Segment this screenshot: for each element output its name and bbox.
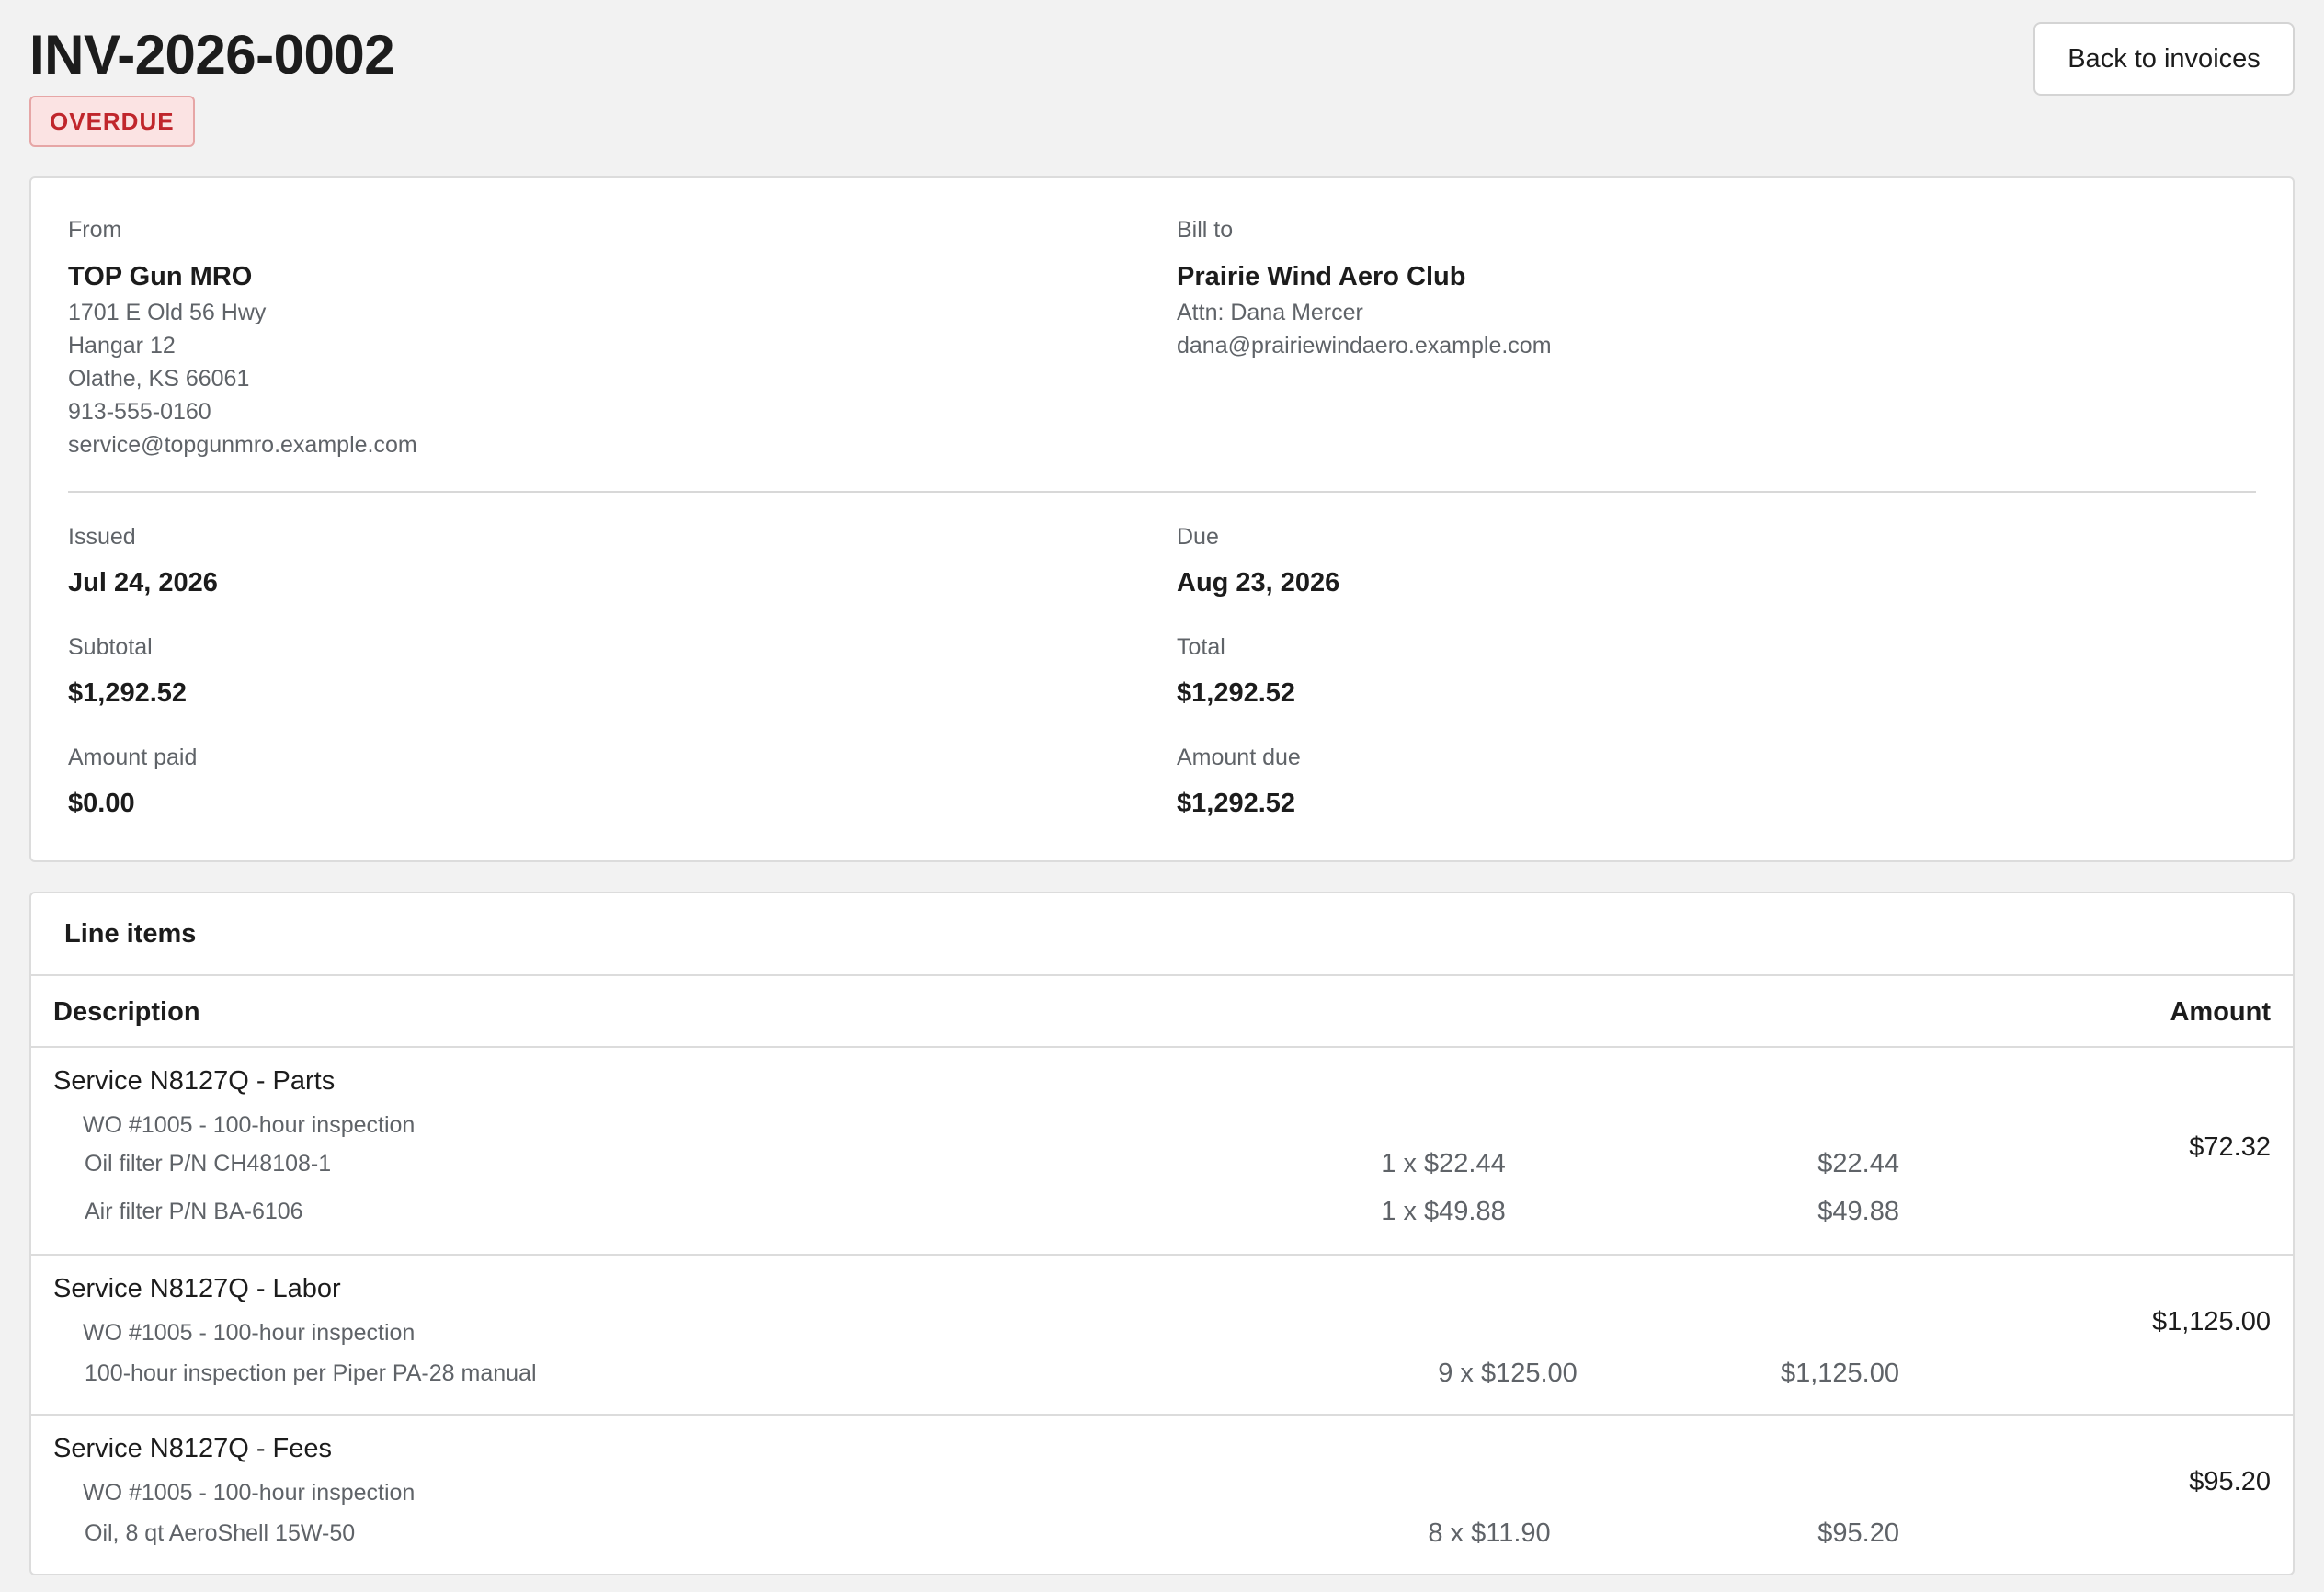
amount-due-label: Amount due bbox=[1177, 745, 1301, 770]
total-value: $1,292.52 bbox=[1177, 678, 1296, 708]
total-field: Total $1,292.52 bbox=[1177, 631, 1295, 711]
line-qty-price: 1 x $49.88 bbox=[1381, 1197, 1506, 1226]
from-phone: 913-555-0160 bbox=[68, 399, 211, 425]
from-address-line: Olathe, KS 66061 bbox=[68, 366, 250, 392]
section-divider bbox=[68, 491, 2256, 493]
due-label: Due bbox=[1177, 524, 1219, 550]
table-row: Oil, 8 qt AeroShell 15W-50 8 x $11.90 $9… bbox=[31, 1515, 2293, 1552]
subtotal-field: Subtotal $1,292.52 bbox=[68, 631, 187, 711]
bill-to-name: Prairie Wind Aero Club bbox=[1177, 262, 1466, 291]
due-value: Aug 23, 2026 bbox=[1177, 568, 1340, 597]
from-email: service@topgunmro.example.com bbox=[68, 432, 417, 458]
from-address-line: Hangar 12 bbox=[68, 333, 176, 358]
line-items-title: Line items bbox=[31, 893, 2293, 976]
group-work-order: WO #1005 - 100-hour inspection bbox=[83, 1480, 416, 1506]
amount-paid-value: $0.00 bbox=[68, 789, 135, 818]
line-items-table-header: Description Amount bbox=[31, 976, 2293, 1048]
invoice-details-card: From TOP Gun MRO 1701 E Old 56 Hwy Hanga… bbox=[29, 176, 2295, 862]
back-to-invoices-button[interactable]: Back to invoices bbox=[2034, 22, 2295, 96]
from-address-line: 1701 E Old 56 Hwy bbox=[68, 300, 267, 325]
from-section: From TOP Gun MRO 1701 E Old 56 Hwy Hanga… bbox=[68, 213, 417, 461]
line-description: Oil, 8 qt AeroShell 15W-50 bbox=[85, 1520, 356, 1546]
line-item-group: Service N8127Q - Parts WO #1005 - 100-ho… bbox=[31, 1048, 2293, 1256]
table-row: 100-hour inspection per Piper PA-28 manu… bbox=[31, 1355, 2293, 1392]
line-qty-price: 8 x $11.90 bbox=[1428, 1518, 1551, 1548]
line-description: 100-hour inspection per Piper PA-28 manu… bbox=[85, 1360, 537, 1386]
line-description: Air filter P/N BA-6106 bbox=[85, 1199, 303, 1224]
group-work-order: WO #1005 - 100-hour inspection bbox=[83, 1320, 416, 1346]
line-amount: $95.20 bbox=[1817, 1518, 1899, 1548]
from-name: TOP Gun MRO bbox=[68, 262, 253, 291]
amount-paid-label: Amount paid bbox=[68, 745, 198, 770]
from-label: From bbox=[68, 217, 122, 243]
description-column-header: Description bbox=[53, 996, 200, 1027]
amount-due-field: Amount due $1,292.52 bbox=[1177, 741, 1301, 822]
amount-column-header: Amount bbox=[2170, 996, 2271, 1027]
invoice-header: INV-2026-0002 OVERDUE Back to invoices bbox=[29, 20, 2295, 149]
line-amount: $49.88 bbox=[1817, 1197, 1899, 1226]
line-items-card: Line items Description Amount Service N8… bbox=[29, 892, 2295, 1575]
subtotal-label: Subtotal bbox=[68, 634, 153, 660]
subtotal-value: $1,292.52 bbox=[68, 678, 188, 708]
line-item-group: Service N8127Q - Fees WO #1005 - 100-hou… bbox=[31, 1416, 2293, 1574]
issued-field: Issued Jul 24, 2026 bbox=[68, 520, 218, 601]
amount-paid-field: Amount paid $0.00 bbox=[68, 741, 197, 822]
group-amount: $1,125.00 bbox=[2151, 1307, 2271, 1336]
invoice-number: INV-2026-0002 bbox=[29, 24, 395, 85]
group-amount: $95.20 bbox=[2189, 1467, 2271, 1496]
group-title: Service N8127Q - Labor bbox=[53, 1274, 341, 1303]
group-title: Service N8127Q - Fees bbox=[53, 1434, 333, 1463]
amount-due-value: $1,292.52 bbox=[1177, 789, 1296, 818]
total-label: Total bbox=[1177, 634, 1225, 660]
line-description: Oil filter P/N CH48108-1 bbox=[85, 1151, 332, 1177]
group-title: Service N8127Q - Parts bbox=[53, 1066, 336, 1096]
line-amount: $1,125.00 bbox=[1780, 1359, 1899, 1388]
issued-value: Jul 24, 2026 bbox=[68, 568, 218, 597]
due-field: Due Aug 23, 2026 bbox=[1177, 520, 1339, 601]
bill-to-email: dana@prairiewindaero.example.com bbox=[1177, 333, 1552, 358]
bill-to-attn: Attn: Dana Mercer bbox=[1177, 300, 1363, 325]
bill-to-label: Bill to bbox=[1177, 217, 1234, 243]
line-item-group: Service N8127Q - Labor WO #1005 - 100-ho… bbox=[31, 1256, 2293, 1416]
status-badge: OVERDUE bbox=[29, 96, 195, 147]
table-row: Air filter P/N BA-6106 1 x $49.88 $49.88 bbox=[31, 1193, 2293, 1230]
issued-label: Issued bbox=[68, 524, 136, 550]
table-row: Oil filter P/N CH48108-1 1 x $22.44 $22.… bbox=[31, 1145, 2293, 1182]
line-amount: $22.44 bbox=[1817, 1149, 1899, 1178]
bill-to-section: Bill to Prairie Wind Aero Club Attn: Dan… bbox=[1177, 213, 1552, 362]
group-work-order: WO #1005 - 100-hour inspection bbox=[83, 1112, 416, 1138]
line-qty-price: 1 x $22.44 bbox=[1381, 1149, 1506, 1178]
line-qty-price: 9 x $125.00 bbox=[1438, 1359, 1578, 1388]
